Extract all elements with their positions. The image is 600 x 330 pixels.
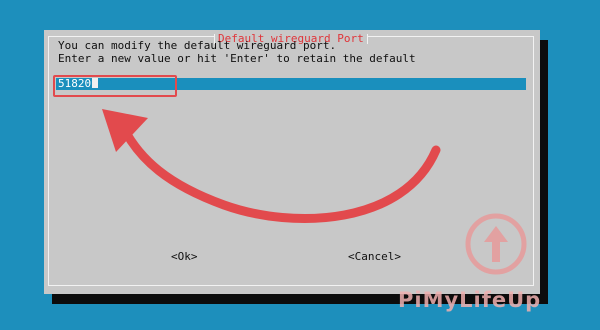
pimylifeup-watermark: PiMyLifeUp [398,288,542,312]
cancel-button[interactable]: <Cancel> [348,251,401,263]
ok-button[interactable]: <Ok> [171,251,198,263]
up-arrow-logo-icon [465,213,527,275]
